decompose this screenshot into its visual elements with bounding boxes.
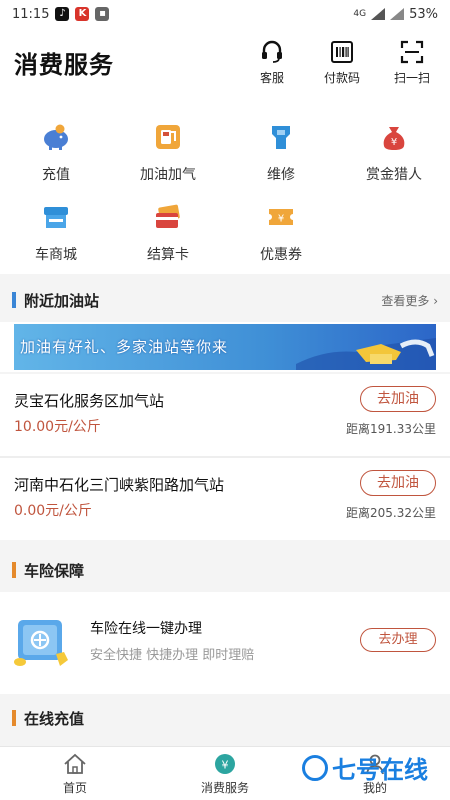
page-header: 消费服务 客服 付款码 扫一扫 (0, 28, 450, 96)
section-accent-bar (12, 292, 16, 308)
service-fuel[interactable]: 加油加气 (112, 122, 224, 184)
svg-text:¥: ¥ (222, 759, 229, 772)
station-item[interactable]: 灵宝石化服务区加气站 10.00元/公斤 去加油 距离191.33公里 (0, 374, 450, 456)
piggy-bank-icon (44, 124, 68, 150)
header-actions: 客服 付款码 扫一扫 (248, 39, 436, 86)
go-handle-button[interactable]: 去办理 (360, 628, 436, 652)
insurance-headline: 车险在线一键办理 (90, 621, 202, 637)
coupon-icon: ¥ (269, 209, 293, 225)
signal-icon-2 (390, 8, 405, 20)
service-coupon[interactable]: ¥ 优惠券 (225, 202, 337, 264)
payment-code-label: 付款码 (323, 70, 360, 85)
section-title: 附近加油站 (24, 291, 100, 310)
store-icon (44, 207, 68, 228)
promo-banner[interactable]: 加油有好礼、多家油站等你来 (14, 324, 436, 370)
yuan-icon: ¥ (215, 754, 235, 774)
fuel-pump-icon (156, 125, 180, 149)
recharge-section-header: 在线充值 (0, 696, 450, 740)
service-label: 结算卡 (147, 247, 189, 263)
card-icon (156, 204, 180, 228)
page-title: 消费服务 (14, 50, 114, 79)
insurance-section-header: 车险保障 (0, 548, 450, 592)
app-k-icon: K (75, 7, 90, 21)
station-name: 河南中石化三门峡紫阳路加气站 (14, 476, 225, 494)
watermark: 七号在线 (302, 750, 428, 785)
tab-label: 消费服务 (200, 781, 249, 795)
money-bag-icon: ¥ (383, 127, 405, 150)
watermark-text: 七号在线 (332, 756, 428, 784)
service-recharge[interactable]: 充值 (0, 122, 112, 184)
section-accent-bar (12, 562, 16, 578)
scan-label: 扫一扫 (393, 70, 430, 85)
battery-level: 53% (409, 6, 438, 22)
svg-text:¥: ¥ (391, 137, 397, 148)
service-settlement-card[interactable]: 结算卡 (112, 202, 224, 264)
service-bounty[interactable]: ¥ 赏金猎人 (338, 122, 450, 184)
scan-button[interactable]: 扫一扫 (388, 39, 436, 86)
network-type: 4G (353, 9, 367, 19)
clock: 11:15 (12, 6, 50, 22)
scan-icon (400, 40, 424, 63)
station-item[interactable]: 河南中石化三门峡紫阳路加气站 0.00元/公斤 去加油 距离205.32公里 (0, 458, 450, 540)
section-accent-bar (12, 710, 16, 726)
station-distance: 距离191.33公里 (346, 422, 436, 436)
payment-code-button[interactable]: 付款码 (318, 39, 366, 86)
home-icon (64, 753, 86, 774)
watermark-logo-icon (302, 754, 328, 781)
go-refuel-button[interactable]: 去加油 (360, 386, 436, 412)
insurance-subline: 安全快捷 快捷办理 即时理赔 (90, 648, 255, 663)
section-title: 在线充值 (24, 709, 85, 728)
svg-text:¥: ¥ (278, 214, 284, 225)
station-price: 10.00元/公斤 (14, 419, 101, 435)
service-label: 维修 (267, 167, 295, 183)
repair-icon (272, 126, 290, 149)
headset-icon (262, 40, 282, 63)
barcode-icon (331, 40, 353, 63)
go-refuel-button[interactable]: 去加油 (360, 470, 436, 496)
service-label: 优惠券 (260, 247, 302, 263)
fuel-nozzle-icon (296, 338, 436, 370)
station-name: 灵宝石化服务区加气站 (14, 392, 165, 410)
customer-service-button[interactable]: 客服 (248, 39, 296, 86)
service-label: 车商城 (35, 247, 77, 263)
status-bar: 11:15 ♪ K ▪ 4G 53% (0, 0, 450, 28)
insurance-card[interactable]: 车险在线一键办理 安全快捷 快捷办理 即时理赔 去办理 (0, 592, 450, 694)
nearby-section-header: 附近加油站 查看更多 › (0, 278, 450, 322)
service-car-mall[interactable]: 车商城 (0, 202, 112, 264)
banner-text: 加油有好礼、多家油站等你来 (20, 338, 229, 356)
customer-service-label: 客服 (259, 70, 284, 85)
service-grid: 充值 加油加气 维修 ¥ 赏金猎人 车商城 结算卡 ¥ 优惠券 (0, 96, 450, 274)
service-repair[interactable]: 维修 (225, 122, 337, 184)
station-price: 0.00元/公斤 (14, 503, 92, 519)
signal-icon (371, 8, 386, 20)
safe-icon (14, 620, 68, 666)
service-label: 加油加气 (140, 167, 196, 183)
service-label: 充值 (42, 167, 70, 183)
station-distance: 距离205.32公里 (346, 506, 436, 520)
section-title: 车险保障 (24, 561, 85, 580)
tab-home[interactable]: 首页 (30, 753, 120, 796)
image-icon: ▪ (95, 7, 110, 21)
tab-consumer-services[interactable]: ¥ 消费服务 (180, 753, 270, 796)
view-more-link[interactable]: 查看更多 › (381, 292, 438, 309)
tab-label: 首页 (62, 781, 87, 795)
service-label: 赏金猎人 (366, 167, 422, 183)
tiktok-icon: ♪ (55, 7, 70, 21)
